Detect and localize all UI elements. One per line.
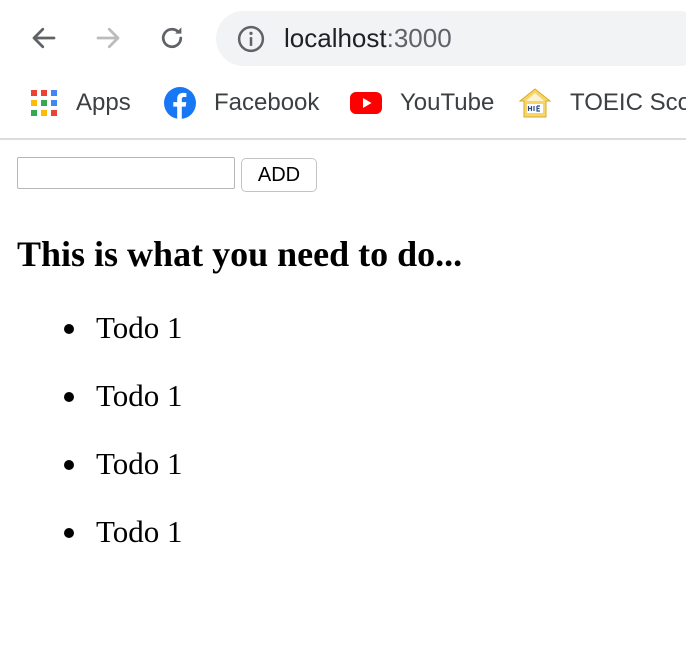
url-host: localhost [284, 23, 387, 53]
address-bar[interactable]: localhost:3000 [216, 11, 686, 66]
page-heading: This is what you need to do... [17, 234, 463, 274]
url-text[interactable]: localhost:3000 [284, 23, 452, 53]
todo-text: Todo 1 [96, 378, 183, 413]
back-button[interactable] [24, 18, 64, 58]
bullet-icon [64, 528, 74, 538]
todo-text: Todo 1 [96, 446, 183, 481]
arrow-left-icon [32, 27, 56, 49]
info-circle-icon[interactable] [236, 24, 266, 54]
toeic-icon [518, 88, 552, 118]
bookmark-label: YouTube [400, 89, 495, 116]
bookmarks-bar: Apps Facebook YouTube TOEIC Scor [0, 78, 686, 140]
bullet-icon [64, 392, 74, 402]
url-port: :3000 [386, 23, 452, 53]
apps-grid-icon [31, 90, 57, 116]
bullet-icon [64, 324, 74, 334]
todo-input[interactable] [17, 157, 235, 189]
youtube-icon [350, 92, 382, 114]
bookmark-toeic[interactable]: TOEIC Scor [518, 86, 686, 120]
todo-list: Todo 1 Todo 1 Todo 1 Todo 1 [0, 308, 400, 580]
bookmark-label: Apps [76, 89, 131, 116]
todo-item: Todo 1 [0, 512, 400, 580]
bookmark-apps[interactable]: Apps [30, 86, 131, 120]
reload-button[interactable] [152, 18, 192, 58]
bullet-icon [64, 460, 74, 470]
todo-item: Todo 1 [0, 444, 400, 512]
browser-toolbar: localhost:3000 [0, 0, 686, 78]
bookmark-facebook[interactable]: Facebook [164, 86, 319, 120]
todo-item: Todo 1 [0, 308, 400, 376]
todo-item: Todo 1 [0, 376, 400, 444]
todo-text: Todo 1 [96, 514, 183, 549]
reload-icon [161, 27, 183, 49]
bookmark-label: Facebook [214, 89, 320, 116]
bookmark-label: TOEIC Scor [570, 89, 686, 116]
facebook-icon [164, 87, 196, 119]
forward-button[interactable] [88, 18, 128, 58]
todo-text: Todo 1 [96, 310, 183, 345]
add-button[interactable]: ADD [241, 158, 317, 192]
page-content: ADD This is what you need to do... Todo … [0, 140, 686, 664]
arrow-right-icon [96, 27, 120, 49]
bookmark-youtube[interactable]: YouTube [350, 86, 494, 120]
